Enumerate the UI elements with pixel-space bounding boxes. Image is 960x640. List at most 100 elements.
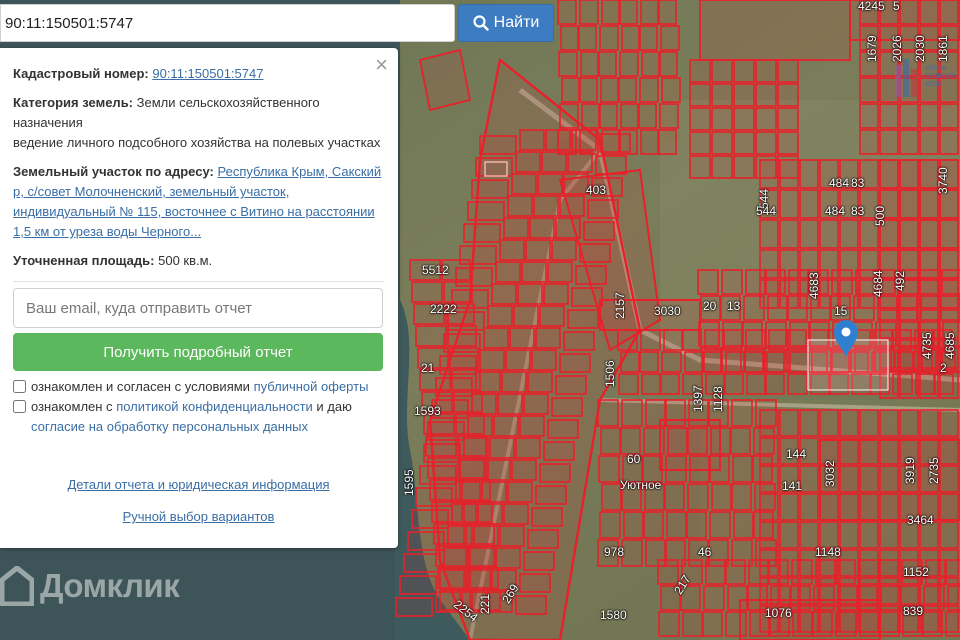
cadastral-number-row: Кадастровый номер: 90:11:150501:5747 xyxy=(13,64,384,84)
cadastral-plot xyxy=(597,399,619,427)
cadastral-plot xyxy=(791,559,813,585)
cadastral-plot xyxy=(899,129,919,155)
cadastral-plot xyxy=(659,419,721,471)
cadastral-plot xyxy=(939,279,959,309)
plot-number-label: 4683 xyxy=(807,272,821,299)
cadastral-plot xyxy=(759,159,779,189)
plot-number-label: 2735 xyxy=(927,457,941,484)
plot-number-label: 500 xyxy=(873,205,887,226)
crimea-logo-text: КРЫМ НЕДВИЖ ЮБК xyxy=(925,65,957,88)
village-name-label: Уютное xyxy=(620,478,662,492)
plot-number-label: 20 xyxy=(703,299,717,313)
cadastral-plot xyxy=(777,83,799,107)
search-button-label: Найти xyxy=(493,14,540,31)
cadastral-plot xyxy=(879,103,899,129)
personal-data-consent-link[interactable]: согласие на обработку персональных данны… xyxy=(31,419,308,434)
area-label: Уточненная площадь: xyxy=(13,253,155,268)
cadastral-plot xyxy=(810,295,832,321)
plot-number-label: 492 xyxy=(893,270,907,291)
get-report-button[interactable]: Получить подробный отчет xyxy=(13,333,383,371)
plot-number-label: 83 xyxy=(851,204,865,218)
plot-number-label: 83 xyxy=(851,176,865,190)
privacy-policy-link[interactable]: политикой конфиденциальности xyxy=(116,399,313,414)
cadastral-plot xyxy=(919,279,939,309)
search-icon xyxy=(473,15,489,31)
cadastral-plot xyxy=(663,329,684,351)
cadastral-plot xyxy=(919,219,939,249)
cadastral-plot xyxy=(799,465,819,493)
cadastral-plot xyxy=(733,131,755,155)
cadastral-plot xyxy=(639,77,659,103)
cadastral-plot xyxy=(697,269,719,295)
plot-info-panel: × Кадастровый номер: 90:11:150501:5747 К… xyxy=(0,48,398,548)
cadastral-plot xyxy=(743,351,764,373)
cadastral-plot xyxy=(799,493,819,521)
crimea-logo-icon xyxy=(895,59,917,97)
cadastral-search-input[interactable] xyxy=(0,4,455,42)
plot-number-label: 484 xyxy=(829,176,850,190)
plot-number-label: 13 xyxy=(727,299,741,313)
public-offer-link[interactable]: публичной оферты xyxy=(254,379,369,394)
plot-number-label: 46 xyxy=(698,545,712,559)
cadastral-plot xyxy=(580,51,600,77)
cadastral-plot xyxy=(703,585,725,611)
privacy-consent-text2: и даю xyxy=(312,399,352,414)
cadastral-plot xyxy=(621,539,643,567)
cadastral-plot xyxy=(799,219,819,249)
offer-consent-checkbox[interactable] xyxy=(13,380,26,393)
cadastral-plot xyxy=(745,329,766,351)
cadastral-plot xyxy=(557,0,577,25)
cadastral-plot xyxy=(577,25,597,51)
cadastral-plot xyxy=(403,553,441,573)
cadastral-plot xyxy=(725,351,746,373)
plot-number-label: 839 xyxy=(903,604,924,618)
email-field[interactable] xyxy=(13,288,383,328)
cadastral-number-link[interactable]: 90:11:150501:5747 xyxy=(152,66,263,81)
plot-number-label: 484 xyxy=(825,204,846,218)
cadastral-plot xyxy=(411,281,443,303)
cadastral-plot xyxy=(859,409,879,437)
cadastral-plot xyxy=(661,351,682,373)
cadastral-plot xyxy=(638,351,659,373)
privacy-consent-checkbox[interactable] xyxy=(13,400,26,413)
cadastral-plot xyxy=(755,59,777,83)
cadastral-plot xyxy=(722,329,743,351)
cadastral-plot xyxy=(925,559,947,585)
cadastral-plot xyxy=(733,83,755,107)
plot-number-label: 144 xyxy=(786,447,807,461)
cadastral-plot xyxy=(766,351,787,373)
cadastral-plot xyxy=(682,611,704,637)
cadastral-plot xyxy=(661,77,681,103)
plot-number-label: 4684 xyxy=(871,270,885,297)
privacy-consent-row[interactable]: ознакомлен с политикой конфиденциальност… xyxy=(13,397,384,437)
land-category-label: Категория земель: xyxy=(13,95,134,110)
cadastral-plot xyxy=(599,133,631,153)
plot-number-label: 2157 xyxy=(613,292,627,319)
cadastral-plot xyxy=(786,295,808,321)
search-button[interactable]: Найти xyxy=(458,4,554,42)
cadastral-plot xyxy=(799,159,819,189)
report-details-link[interactable]: Детали отчета и юридическая информация xyxy=(13,475,384,495)
cadastral-plot xyxy=(659,373,680,395)
cadastral-plot xyxy=(621,25,641,51)
cadastral-plot xyxy=(939,189,959,219)
cadastral-plot xyxy=(640,329,661,351)
cadastral-plot xyxy=(621,399,643,427)
cadastral-plot xyxy=(711,59,733,83)
close-icon[interactable]: × xyxy=(375,52,388,78)
cadastral-plot xyxy=(779,409,799,437)
cadastral-plot xyxy=(558,51,578,77)
offer-consent-row[interactable]: ознакомлен и согласен с условиями публич… xyxy=(13,377,384,397)
cadastral-plot xyxy=(899,159,919,189)
cadastral-plot xyxy=(657,0,677,25)
plot-number-label: 978 xyxy=(604,545,625,559)
cadastral-plot xyxy=(684,351,705,373)
manual-selection-link[interactable]: Ручной выбор вариантов xyxy=(13,507,384,527)
land-category-row: Категория земель: Земли сельскохозяйстве… xyxy=(13,93,384,153)
cadastral-plot xyxy=(599,511,621,539)
plot-number-label: 1593 xyxy=(414,404,441,418)
cadastral-plot xyxy=(723,373,744,395)
cadastral-plot xyxy=(779,521,799,549)
cadastral-plot xyxy=(939,249,959,279)
cadastral-plot xyxy=(799,189,819,219)
